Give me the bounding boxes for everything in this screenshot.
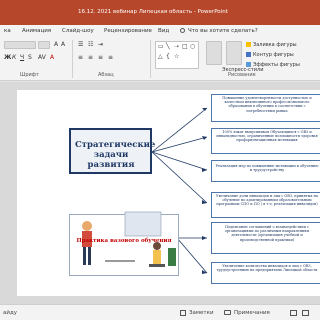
bold-icon[interactable]: Ж	[4, 55, 11, 61]
shrink-font-icon[interactable]: A	[61, 42, 65, 48]
window-title: 16.12. 2021 вебинар Липецкая область - P…	[78, 9, 228, 15]
normal-view-icon[interactable]	[290, 310, 297, 316]
status-bar: айду Заметки Примечания	[0, 304, 320, 320]
numbering-icon[interactable]: ☷	[88, 42, 93, 48]
practice-label: Практика вазового обучения	[76, 238, 172, 244]
connector-line	[151, 107, 208, 153]
main-title-text: Стратегические задачи развития	[75, 140, 156, 170]
arrange-button[interactable]	[206, 41, 222, 65]
search-icon[interactable]	[180, 28, 185, 33]
sorter-view-icon[interactable]	[302, 310, 309, 316]
effects-label[interactable]: Эффекты фигуры	[253, 62, 300, 68]
task-text: Подписание соглашений о взаимодействии с…	[224, 225, 310, 242]
textbox-shape-icon[interactable]: ▭	[158, 44, 164, 50]
ribbon: A A Ж К Ч S AV A Шрифт ☰ ☷ ⇥ ≡ ≡ ≡ ≡ Абз…	[0, 37, 320, 81]
notes-button[interactable]: Заметки	[189, 310, 214, 316]
ribbon-tabs: ка Анимация Слайд-шоу Рецензирование Вид…	[0, 25, 320, 37]
group-drawing-label: Рисование	[228, 72, 256, 78]
arrow-shape-icon[interactable]: ➝	[174, 44, 179, 50]
italic-icon[interactable]: К	[12, 55, 16, 61]
line-shape-icon[interactable]: ╲	[166, 44, 170, 50]
oval-shape-icon[interactable]: ○	[190, 44, 195, 50]
task-text: Увеличение количества инвалидов и лиц с …	[216, 264, 318, 273]
align-left-icon[interactable]: ≡	[78, 55, 83, 61]
spacing-icon[interactable]: AV	[38, 55, 46, 61]
tab-view[interactable]: Вид	[158, 28, 169, 34]
search-box[interactable]: Что вы хотите сделать?	[188, 28, 258, 34]
task-text: Реализация мер по повышению мотивации к …	[215, 164, 319, 173]
effects-icon[interactable]	[246, 62, 251, 67]
task-text: Увеличение доли инвалидов и лиц с ОВЗ, п…	[216, 194, 318, 207]
outline-label[interactable]: Контур фигуры	[253, 52, 294, 58]
connector-line	[151, 151, 208, 171]
align-center-icon[interactable]: ≡	[88, 55, 93, 61]
underline-icon[interactable]: Ч	[20, 55, 24, 61]
indent-icon[interactable]: ⇥	[98, 42, 103, 48]
arrow-head	[202, 168, 207, 172]
slide-counter: айду	[3, 310, 18, 316]
tab-review[interactable]: Рецензирование	[104, 28, 152, 34]
comments-icon[interactable]	[224, 310, 231, 315]
tab-animation[interactable]: Анимация	[22, 28, 51, 34]
title-bar: 16.12. 2021 вебинар Липецкая область - P…	[0, 0, 320, 25]
notes-icon[interactable]	[180, 310, 186, 316]
arrow-head	[202, 108, 207, 111]
tab-slideshow[interactable]: Слайд-шоу	[62, 28, 94, 34]
align-right-icon[interactable]: ≡	[98, 55, 103, 61]
arrow-head	[202, 236, 207, 240]
star-shape-icon[interactable]: ☆	[174, 54, 179, 60]
justify-icon[interactable]: ≡	[108, 55, 113, 61]
comments-button[interactable]: Примечания	[234, 310, 270, 316]
slide-canvas[interactable]: Стратегические задачи развития Повышение…	[17, 90, 320, 296]
divider	[72, 40, 73, 78]
outline-color-icon[interactable]	[246, 52, 251, 57]
fill-label[interactable]: Заливка фигуры	[253, 42, 297, 48]
font-size-box[interactable]	[38, 41, 50, 49]
quick-styles-button[interactable]	[226, 41, 242, 65]
triangle-shape-icon[interactable]: △	[158, 54, 163, 60]
connector-line	[151, 151, 208, 204]
connector-line	[151, 136, 208, 153]
font-name-box[interactable]	[4, 41, 36, 49]
editor-area: Стратегические задачи развития Повышение…	[0, 82, 320, 304]
powerpoint-window: 16.12. 2021 вебинар Липецкая область - P…	[0, 0, 320, 320]
brace-shape-icon[interactable]: {	[166, 54, 170, 60]
bullets-icon[interactable]: ☰	[78, 42, 83, 48]
grow-font-icon[interactable]: A	[54, 42, 58, 48]
fill-color-icon[interactable]	[246, 42, 251, 47]
task-text: Повышение удовлетворенности доступностью…	[222, 96, 312, 113]
font-color-icon[interactable]: A	[50, 55, 54, 61]
task-text: 100% южат выпускников Обучающихся с ОВЗ …	[216, 130, 318, 143]
divider	[150, 40, 151, 78]
shadow-icon[interactable]: S	[28, 55, 32, 61]
group-paragraph-label: Абзац	[98, 72, 114, 78]
group-font-label: Шрифт	[20, 72, 39, 78]
rect-shape-icon[interactable]: □	[182, 44, 188, 50]
tab-transitions[interactable]: ка	[4, 28, 11, 34]
